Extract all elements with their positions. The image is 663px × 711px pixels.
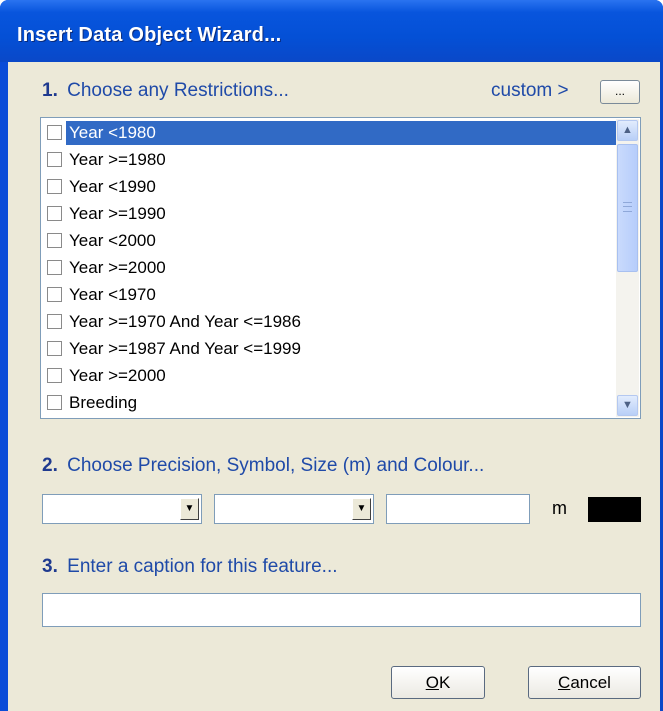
step3-heading: 3. Enter a caption for this feature... <box>42 556 338 578</box>
scroll-up-arrow-icon[interactable]: ▲ <box>617 120 638 141</box>
restriction-label: Year <1990 <box>69 177 156 196</box>
restriction-label: Year <1970 <box>69 285 156 304</box>
caption-input[interactable] <box>42 593 641 627</box>
ok-mnemonic: O <box>425 673 439 692</box>
restriction-checkbox[interactable] <box>47 152 62 167</box>
restriction-checkbox[interactable] <box>47 341 62 356</box>
restriction-label: Year >=2000 <box>69 366 166 385</box>
step1-label: Choose any Restrictions... <box>67 80 289 101</box>
custom-restriction-button[interactable]: ... <box>600 80 640 104</box>
restriction-label: Year <1980 <box>66 121 617 145</box>
chevron-down-icon[interactable]: ▼ <box>180 498 199 520</box>
restriction-checkbox[interactable] <box>47 179 62 194</box>
cancel-button[interactable]: Cancel <box>528 666 641 699</box>
restriction-checkbox[interactable] <box>47 206 62 221</box>
step3-label: Enter a caption for this feature... <box>67 556 338 577</box>
cancel-label: ancel <box>570 673 611 692</box>
restriction-item[interactable]: Year >=1987 And Year <=1999 <box>43 336 617 363</box>
scroll-down-arrow-icon[interactable]: ▼ <box>617 395 638 416</box>
chevron-down-icon[interactable]: ▼ <box>352 498 371 520</box>
restriction-item[interactable]: Year <1980 <box>43 120 617 147</box>
restriction-checkbox[interactable] <box>47 368 62 383</box>
restriction-item[interactable]: Breeding <box>43 390 617 417</box>
restriction-item[interactable]: Year >=1970 And Year <=1986 <box>43 309 617 336</box>
restriction-item[interactable]: Year <1990 <box>43 174 617 201</box>
restrictions-list[interactable]: Year <1980 Year >=1980 Year <1990 Year >=19… <box>40 117 641 419</box>
restriction-checkbox[interactable] <box>47 233 62 248</box>
colour-swatch[interactable] <box>588 497 641 522</box>
restriction-label: Year >=2000 <box>69 258 166 277</box>
step2-label: Choose Precision, Symbol, Size (m) and C… <box>67 455 485 476</box>
precision-select[interactable]: ▼ <box>42 494 202 524</box>
window-title: Insert Data Object Wizard... <box>17 24 282 46</box>
restriction-label: Year >=1987 And Year <=1999 <box>69 339 301 358</box>
ok-button[interactable]: OK <box>391 666 485 699</box>
step2-number: 2. <box>42 455 58 476</box>
ok-label: K <box>438 673 451 692</box>
restriction-label: Breeding <box>69 393 138 412</box>
restrictions-scrollbar[interactable]: ▲ ▼ <box>616 119 639 417</box>
restriction-item[interactable]: Year >=1990 <box>43 201 617 228</box>
restriction-item[interactable]: Year <2000 <box>43 228 617 255</box>
title-bar[interactable]: Insert Data Object Wizard... <box>0 0 663 62</box>
restriction-checkbox[interactable] <box>47 260 62 275</box>
restriction-checkbox[interactable] <box>47 287 62 302</box>
restriction-label: Year <2000 <box>69 231 156 250</box>
symbol-select[interactable]: ▼ <box>214 494 374 524</box>
restriction-label: Year >=1970 And Year <=1986 <box>69 312 301 331</box>
cancel-mnemonic: C <box>558 673 571 692</box>
step2-heading: 2. Choose Precision, Symbol, Size (m) an… <box>42 455 484 477</box>
step1-number: 1. <box>42 80 58 101</box>
custom-label: custom > <box>491 80 569 101</box>
restriction-label: Year >=1980 <box>69 150 166 169</box>
wizard-window: Insert Data Object Wizard... 1. Choose a… <box>0 0 663 711</box>
restriction-item[interactable]: Year >=2000 <box>43 255 617 282</box>
scrollbar-thumb[interactable] <box>617 144 638 272</box>
restriction-item[interactable]: Year >=1980 <box>43 147 617 174</box>
step3-number: 3. <box>42 556 58 577</box>
restriction-checkbox[interactable] <box>47 125 62 140</box>
restriction-checkbox[interactable] <box>47 395 62 410</box>
restriction-item[interactable]: Year >=2000 <box>43 363 617 390</box>
restriction-label: Year >=1990 <box>69 204 166 223</box>
size-input[interactable] <box>386 494 530 524</box>
size-unit-label: m <box>552 498 567 518</box>
restriction-checkbox[interactable] <box>47 314 62 329</box>
grip-icon <box>623 202 632 212</box>
restriction-item[interactable]: Year <1970 <box>43 282 617 309</box>
step1-heading: 1. Choose any Restrictions... <box>42 80 289 102</box>
